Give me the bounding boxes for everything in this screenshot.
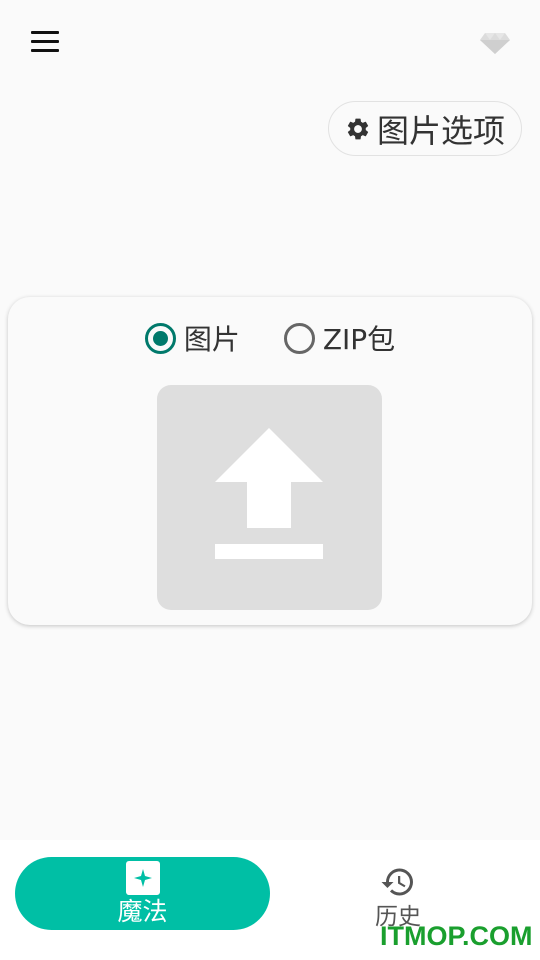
upload-area[interactable] <box>157 385 382 610</box>
premium-button[interactable] <box>476 26 514 56</box>
upload-icon <box>215 428 323 559</box>
radio-option-image[interactable]: 图片 <box>144 318 240 358</box>
nav-label-magic: 魔法 <box>117 896 168 926</box>
nav-item-magic[interactable]: 魔法 <box>15 857 270 930</box>
watermark: ITMOP.COM <box>380 921 533 951</box>
menu-bar <box>31 48 59 52</box>
magic-sparkle-icon <box>125 860 160 895</box>
radio-checked-icon[interactable] <box>144 322 176 354</box>
menu-bar <box>31 30 59 34</box>
radio-label-image: 图片 <box>183 323 240 356</box>
image-options-label: 图片选项 <box>376 111 505 150</box>
gear-icon <box>347 118 369 139</box>
diamond-icon <box>480 33 510 54</box>
menu-bar <box>31 39 59 43</box>
radio-unchecked-icon[interactable] <box>283 322 315 354</box>
mode-radio-group: 图片 ZIP包 <box>0 316 540 360</box>
history-icon <box>381 868 413 896</box>
image-options-button[interactable]: 图片选项 <box>328 101 522 156</box>
radio-option-zip[interactable]: ZIP包 <box>283 318 396 358</box>
radio-label-zip: ZIP包 <box>322 323 396 356</box>
menu-button[interactable] <box>26 26 64 56</box>
